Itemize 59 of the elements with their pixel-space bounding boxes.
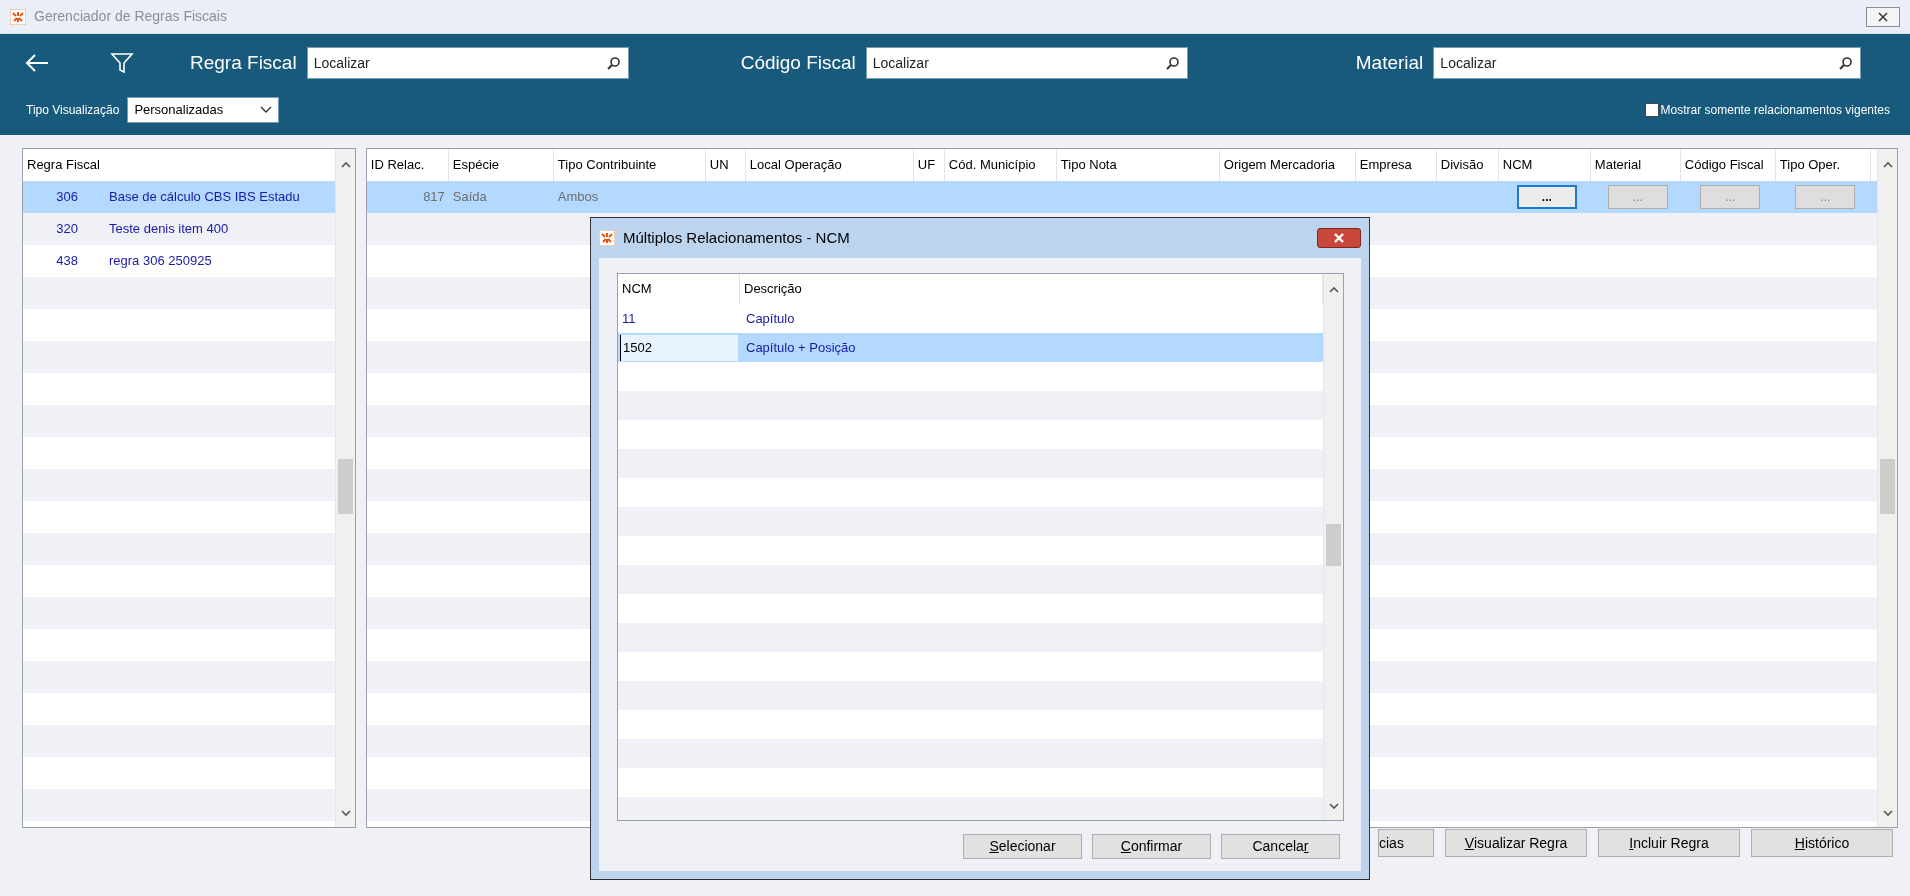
table-row[interactable]: 817 Saída Ambos ... ... ... ...	[366, 181, 1877, 213]
scrollbar[interactable]	[1323, 274, 1343, 820]
table-cell-text: 306	[55, 188, 79, 207]
table-cell-text: Saída	[451, 188, 488, 207]
app-icon	[599, 230, 615, 246]
table-cell-text: 438	[55, 252, 79, 271]
close-button[interactable]	[1866, 6, 1900, 27]
table-row[interactable]: 1502 Capítulo + Posição	[618, 333, 1323, 362]
close-button[interactable]	[1317, 228, 1361, 248]
back-icon[interactable]	[24, 52, 50, 74]
scroll-thumb[interactable]	[337, 459, 353, 514]
input-field[interactable]: 1502	[620, 334, 738, 361]
column-header: Regra Fiscal	[26, 156, 100, 175]
search-field[interactable]: Localizar	[1433, 47, 1862, 79]
search-icon	[606, 56, 621, 70]
table-cell-text: Base de cálculo CBS IBS Estadu	[108, 188, 300, 207]
search-field[interactable]: Localizar	[865, 47, 1188, 79]
dialog-button[interactable]: Cancelar	[1221, 834, 1340, 859]
action-button[interactable]: cias	[1378, 829, 1434, 857]
close-icon	[1333, 232, 1345, 244]
app-icon	[10, 8, 26, 25]
dialog-button[interactable]: Confirmar	[1092, 834, 1211, 859]
field-label: Material	[1355, 50, 1424, 75]
close-icon	[1878, 11, 1888, 22]
table-cell-text: Ambos	[556, 188, 600, 207]
field-label: Código Fiscal	[740, 50, 856, 75]
table-cell-text: 11	[621, 310, 636, 326]
dialog-button[interactable]: Selecionar	[963, 834, 1082, 859]
field-label: Tipo Visualização	[26, 102, 120, 119]
table-cell-text: 320	[55, 220, 79, 239]
list-row[interactable]: 320 Teste denis item 400	[23, 213, 335, 245]
caret-icon	[260, 106, 273, 114]
scroll-down-icon	[1882, 807, 1894, 819]
search-icon	[1165, 56, 1180, 70]
action-button[interactable]: Incluir Regra	[1598, 829, 1740, 857]
action-button[interactable]: Histórico	[1751, 829, 1893, 857]
search-field[interactable]: Localizar	[306, 47, 629, 79]
table-cell-text: Capítulo	[745, 309, 795, 328]
action-button[interactable]: Visualizar Regra	[1445, 829, 1587, 857]
dialog-title: Múltiplos Relacionamentos - NCM	[623, 227, 850, 248]
scroll-thumb[interactable]	[1880, 459, 1895, 514]
table-cell-text: 817	[422, 188, 446, 207]
scroll-down-icon	[1328, 800, 1340, 812]
scrollbar[interactable]	[1877, 149, 1897, 827]
filter-icon[interactable]	[110, 51, 134, 75]
window-title: Gerenciador de Regras Fiscais	[34, 7, 227, 26]
checkbox-label: Mostrar somente relacionamentos vigentes	[1660, 102, 1890, 119]
scrollbar[interactable]	[334, 149, 355, 827]
list-row[interactable]: 306 Base de cálculo CBS IBS Estadu	[23, 181, 335, 213]
field-label: Regra Fiscal	[190, 50, 297, 75]
view-type-dropdown[interactable]: Personalizadas	[127, 97, 280, 123]
table-cell-text: Capítulo + Posição	[745, 338, 856, 357]
scroll-thumb[interactable]	[1326, 524, 1341, 566]
search-icon	[1839, 56, 1854, 70]
checkbox[interactable]	[1644, 103, 1659, 117]
scroll-down-icon	[339, 807, 352, 819]
ellipsis-button[interactable]: ...	[1516, 185, 1577, 209]
table-cell-text: Teste denis item 400	[108, 220, 229, 239]
table-cell-text: regra 306 250925	[108, 252, 212, 271]
